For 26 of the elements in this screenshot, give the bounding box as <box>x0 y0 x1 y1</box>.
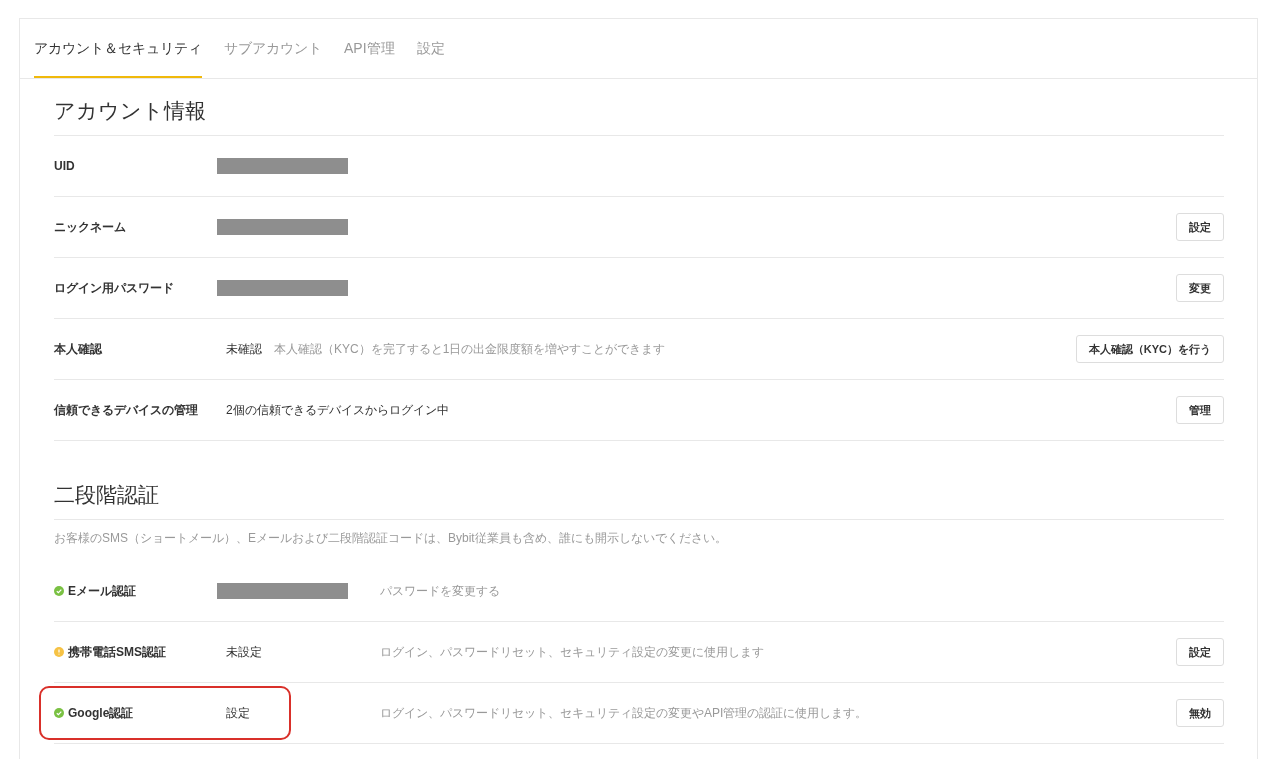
row-label: 信頼できるデバイスの管理 <box>54 401 199 419</box>
action-button[interactable]: 無効 <box>1176 699 1224 727</box>
row-value: 未確認 <box>226 340 262 358</box>
tab[interactable]: アカウント＆セキュリティ <box>34 19 202 78</box>
row-value: 2個の信頼できるデバイスからログイン中 <box>226 401 449 419</box>
row-note: 本人確認（KYC）を完了すると1日の出金限度額を増やすことができます <box>274 340 666 358</box>
action-button[interactable]: 設定 <box>1176 638 1224 666</box>
action-button[interactable]: 管理 <box>1176 396 1224 424</box>
row-value: 未設定 <box>226 643 262 661</box>
action-button[interactable]: 設定 <box>1176 213 1224 241</box>
row-label: Google認証 <box>68 704 134 722</box>
row-label: 携帯電話SMS認証 <box>68 643 166 661</box>
row-description: ログイン、パスワードリセット、セキュリティ設定の変更やAPI管理の認証に使用します。 <box>380 704 869 722</box>
row-label: ニックネーム <box>54 218 127 236</box>
row-description: パスワードを変更する <box>380 582 501 600</box>
row-value: 設定 <box>226 704 250 722</box>
row-label: Eメール認証 <box>68 582 136 600</box>
section-title: アカウント情報 <box>54 79 1224 136</box>
action-button[interactable]: 本人確認（KYC）を行う <box>1075 335 1224 363</box>
row-label: ログイン用パスワード <box>54 279 175 297</box>
row-description: ログイン、パスワードリセット、セキュリティ設定の変更に使用します <box>380 643 765 661</box>
action-button[interactable]: 変更 <box>1176 274 1224 302</box>
security-notice: お客様のSMS（ショートメール）、Eメールおよび二段階認証コードは、Bybit従業員も含め、誰にも開示しないでください。 <box>54 530 728 547</box>
row-label: UID <box>54 159 76 173</box>
row-label: 本人確認 <box>54 340 103 358</box>
section-title: 二段階認証 <box>54 441 1224 520</box>
